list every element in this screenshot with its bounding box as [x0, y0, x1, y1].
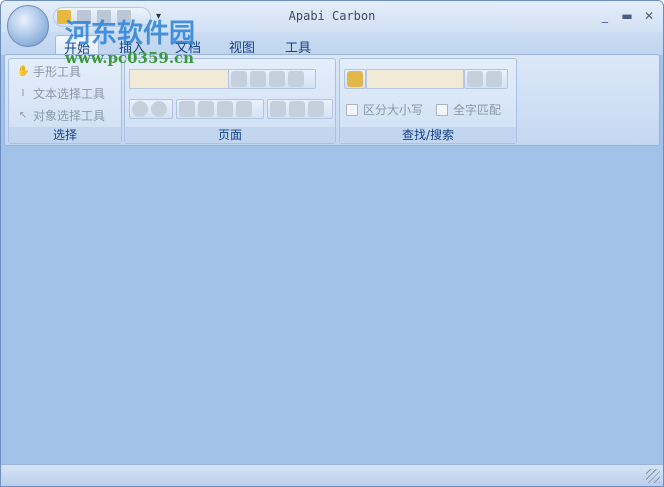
group-page: 页面: [124, 58, 336, 144]
watermark-logo: 河东软件园: [65, 19, 196, 49]
folder-binoculars-icon: [347, 71, 363, 87]
forward-icon[interactable]: [151, 101, 167, 117]
search-folder-button[interactable]: [344, 69, 366, 89]
ribbon: ✋ 手形工具 I 文本选择工具 ↖ 对象选择工具 选择 页面 区分大小写 全字匹…: [4, 54, 660, 146]
fit-page-icon[interactable]: [308, 101, 324, 117]
checkbox-box[interactable]: [346, 103, 358, 116]
fit-width-icon[interactable]: [289, 101, 305, 117]
find-next-icon[interactable]: [486, 71, 502, 87]
next-page-icon[interactable]: [269, 71, 285, 87]
close-button[interactable]: ✕: [641, 9, 657, 23]
two-page-icon[interactable]: [217, 101, 233, 117]
minimize-button[interactable]: _: [597, 9, 613, 23]
first-page-icon[interactable]: [231, 71, 247, 87]
watermark-url: www.pc0359.cn: [65, 49, 195, 67]
actual-size-icon[interactable]: [270, 101, 286, 117]
whole-word-checkbox[interactable]: 全字匹配: [436, 101, 501, 118]
group-label: 查找/搜索: [340, 127, 516, 143]
previous-page-icon[interactable]: [250, 71, 266, 87]
back-icon[interactable]: [132, 101, 148, 117]
match-case-label: 区分大小写: [363, 103, 424, 117]
last-page-icon[interactable]: [288, 71, 304, 87]
app-window: Apabi Carbon _ ▬ ✕ ▾ 河东软件园 www.pc0359.cn…: [0, 0, 664, 487]
match-case-checkbox[interactable]: 区分大小写: [346, 101, 423, 118]
page-number-input[interactable]: [129, 69, 229, 89]
continuous-page-icon[interactable]: [198, 101, 214, 117]
history-buttons: [129, 99, 173, 119]
zoom-buttons: [267, 99, 333, 119]
app-menu-button[interactable]: [7, 5, 49, 47]
text-select-tool-button[interactable]: I 文本选择工具: [17, 85, 106, 102]
layout-buttons: [176, 99, 264, 119]
tab-view[interactable]: 视图: [221, 35, 263, 56]
hand-icon: ✋: [17, 65, 30, 77]
group-select: ✋ 手形工具 I 文本选择工具 ↖ 对象选择工具 选择: [8, 58, 122, 144]
text-cursor-icon: I: [21, 87, 25, 99]
group-label: 选择: [9, 127, 121, 143]
whole-word-label: 全字匹配: [453, 103, 502, 117]
maximize-button[interactable]: ▬: [619, 9, 635, 23]
search-nav-buttons: [464, 69, 508, 89]
search-input[interactable]: [366, 69, 464, 89]
object-select-tool-button[interactable]: ↖ 对象选择工具: [17, 107, 105, 124]
resize-grip-icon[interactable]: [646, 469, 660, 483]
status-bar: [1, 464, 663, 486]
four-page-icon[interactable]: [236, 101, 252, 117]
tab-tools[interactable]: 工具: [277, 35, 319, 56]
checkbox-box[interactable]: [436, 103, 448, 116]
group-search: 区分大小写 全字匹配 查找/搜索: [339, 58, 517, 144]
text-select-tool-label: 文本选择工具: [33, 87, 106, 101]
object-select-tool-label: 对象选择工具: [33, 109, 106, 123]
single-page-icon[interactable]: [179, 101, 195, 117]
arrow-cursor-icon: ↖: [18, 109, 28, 121]
find-previous-icon[interactable]: [467, 71, 483, 87]
page-nav-buttons: [228, 69, 316, 89]
group-label: 页面: [125, 127, 335, 143]
